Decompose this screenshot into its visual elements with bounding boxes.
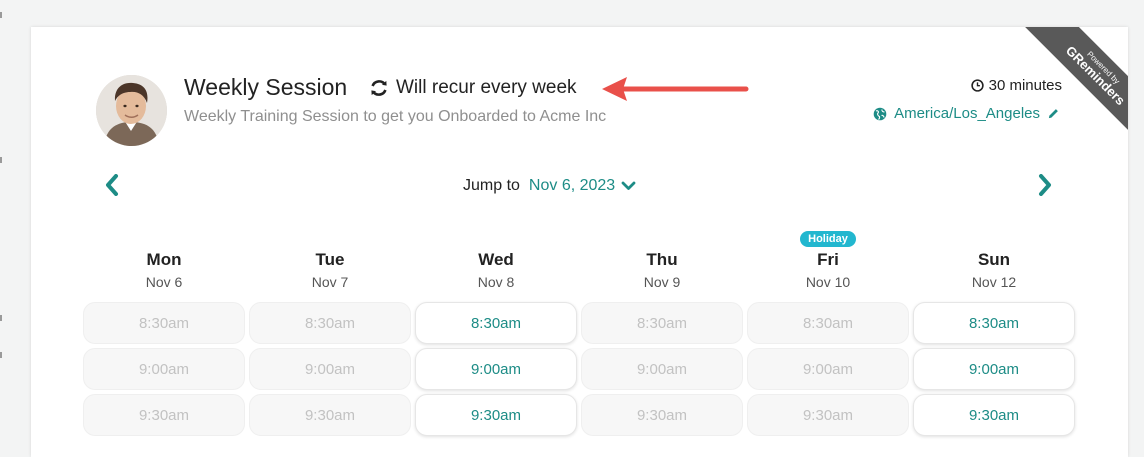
chevron-left-icon[interactable] [104,174,120,196]
duration-text: 30 minutes [988,77,1062,94]
recurrence-text: Will recur every week [396,77,577,98]
day-date: Nov 10 [805,274,851,290]
red-annotation-arrow [602,77,749,101]
session-description: Weekly Training Session to get you Onboa… [184,108,607,125]
day-column: Sun Nov 12 8:30am 9:00am 9:30am [911,229,1077,440]
holiday-badge: Holiday [800,230,856,247]
time-slot-button[interactable]: 9:30am [415,394,577,436]
globe-icon [873,107,887,120]
time-slot-button[interactable]: 8:30am [913,302,1075,344]
timezone-selector[interactable]: America/Los_Angeles [873,105,1060,122]
badge-slot: Holiday [800,229,856,248]
day-name: Thu [646,250,678,269]
time-slot: 9:30am [83,394,245,436]
time-slot: 9:30am [249,394,411,436]
time-slot: 9:00am [581,348,743,390]
day-column: Holiday Fri Nov 10 8:30am 9:00am 9:30am [745,229,911,440]
chevron-right-icon[interactable] [1037,174,1053,196]
day-column: Mon Nov 6 8:30am 9:00am 9:30am [81,229,247,440]
day-date: Nov 6 [145,274,183,290]
time-slot: 9:00am [249,348,411,390]
duration-info: 30 minutes [970,77,1062,94]
refresh-icon [371,80,387,96]
jump-to-date-dropdown[interactable]: Nov 6, 2023 [529,177,636,195]
day-name: Fri [817,250,839,269]
day-name: Sun [977,250,1011,269]
day-name: Mon [146,250,182,269]
time-slot-button[interactable]: 9:00am [415,348,577,390]
jump-to-date-value: Nov 6, 2023 [528,177,616,194]
time-slot: 8:30am [83,302,245,344]
day-column: Thu Nov 9 8:30am 9:00am 9:30am [579,229,745,440]
day-column: Tue Nov 7 8:30am 9:00am 9:30am [247,229,413,440]
time-slot: 8:30am [581,302,743,344]
host-avatar [96,75,167,146]
time-slot: 8:30am [747,302,909,344]
recurrence-info: Will recur every week [369,77,577,99]
day-name: Tue [315,250,345,269]
session-title: Weekly Session [184,74,348,100]
time-slot-button[interactable]: 8:30am [415,302,577,344]
day-date: Nov 9 [643,274,681,290]
clock-icon [970,79,984,92]
week-calendar: Mon Nov 6 8:30am 9:00am 9:30am Tue Nov 7… [81,229,1077,440]
edge-mark [0,315,2,321]
time-slot-button[interactable]: 9:30am [913,394,1075,436]
edge-mark [0,352,2,358]
chevron-down-icon [621,181,636,190]
day-date: Nov 12 [971,274,1017,290]
time-slot: 8:30am [249,302,411,344]
pencil-icon[interactable] [1047,107,1060,120]
day-date: Nov 7 [311,274,349,290]
edge-mark [0,157,2,163]
timezone-text: America/Los_Angeles [894,105,1040,122]
time-slot: 9:00am [747,348,909,390]
day-date: Nov 8 [477,274,515,290]
time-slot: 9:30am [581,394,743,436]
avatar-portrait [96,75,167,146]
jump-to-control: Jump to Nov 6, 2023 [463,177,636,195]
day-name: Wed [478,250,514,269]
jump-to-label: Jump to [463,177,520,194]
time-slot-button[interactable]: 9:00am [913,348,1075,390]
time-slot: 9:00am [83,348,245,390]
edge-mark [0,12,2,18]
time-slot: 9:30am [747,394,909,436]
day-column: Wed Nov 8 8:30am 9:00am 9:30am [413,229,579,440]
